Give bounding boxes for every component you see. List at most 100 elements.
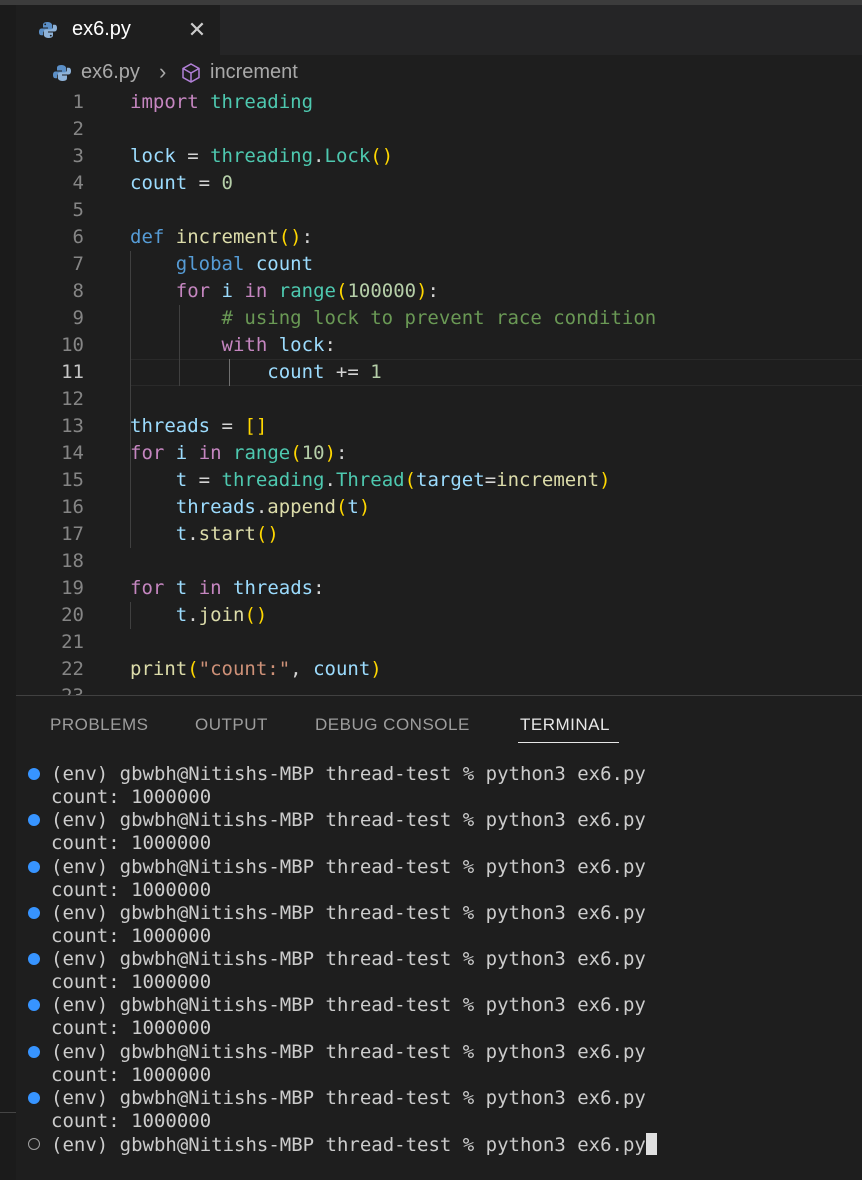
code-line: 1 import threading: [16, 89, 862, 116]
terminal-command: (env) gbwbh@Nitishs-MBP thread-test % py…: [51, 855, 646, 878]
terminal-output: count: 1000000: [51, 878, 212, 901]
line-number: 9: [72, 307, 84, 329]
code-text[interactable]: t = threading.Thread(target=increment): [130, 467, 611, 494]
command-success-dot[interactable]: [28, 814, 40, 827]
terminal-command-line: (env) gbwbh@Nitishs-MBP thread-test % py…: [16, 809, 862, 832]
code-text[interactable]: for t in threads:: [130, 575, 325, 602]
tab-debug-console[interactable]: DEBUG CONSOLE: [315, 715, 470, 735]
terminal-command-line: (env) gbwbh@Nitishs-MBP thread-test % py…: [16, 948, 862, 971]
line-number: 7: [72, 253, 84, 275]
command-success-dot[interactable]: [28, 1045, 40, 1058]
code-text[interactable]: for i in range(100000):: [130, 278, 439, 305]
terminal-command-line: (env) gbwbh@Nitishs-MBP thread-test % py…: [16, 994, 862, 1017]
code-line: 21: [16, 629, 862, 656]
code-line: 16 threads.append(t): [16, 494, 862, 521]
terminal-command: (env) gbwbh@Nitishs-MBP thread-test % py…: [51, 763, 646, 785]
code-text[interactable]: for i in range(10):: [130, 440, 347, 467]
tab-problems[interactable]: PROBLEMS: [50, 715, 148, 735]
line-number: 4: [72, 172, 84, 194]
tab-terminal[interactable]: TERMINAL: [520, 715, 610, 735]
code-line: 22 print("count:", count): [16, 656, 862, 683]
tab-ex6-py[interactable]: ex6.py ✕: [16, 5, 220, 55]
terminal-command-line: (env) gbwbh@Nitishs-MBP thread-test % py…: [16, 1041, 862, 1064]
code-line: 15 t = threading.Thread(target=increment…: [16, 467, 862, 494]
line-number: 2: [72, 118, 84, 140]
code-text[interactable]: def increment():: [130, 224, 313, 251]
code-line: 18: [16, 548, 862, 575]
code-text[interactable]: print("count:", count): [130, 656, 382, 683]
terminal-output: count: 1000000: [51, 971, 212, 993]
terminal-command: (env) gbwbh@Nitishs-MBP thread-test % py…: [51, 901, 646, 924]
code-text[interactable]: threads.append(t): [130, 494, 371, 521]
command-success-dot[interactable]: [28, 953, 40, 965]
code-text[interactable]: with lock:: [130, 332, 336, 359]
code-text[interactable]: t.join(): [130, 602, 268, 629]
code-text[interactable]: lock = threading.Lock(): [130, 143, 393, 170]
close-icon[interactable]: ✕: [184, 17, 210, 43]
code-text[interactable]: count += 1: [130, 359, 381, 386]
line-number-active: 11: [61, 361, 84, 383]
code-text[interactable]: import threading: [130, 89, 313, 116]
line-number: 6: [72, 226, 84, 248]
line-number: 20: [61, 604, 84, 626]
tab-output[interactable]: OUTPUT: [195, 715, 268, 735]
command-success-dot[interactable]: [28, 906, 40, 919]
code-line: 7 global count: [16, 251, 862, 278]
code-line: 5: [16, 197, 862, 224]
line-number: 1: [72, 91, 84, 113]
command-success-dot[interactable]: [28, 860, 40, 873]
command-pending-dot[interactable]: [28, 1138, 40, 1150]
line-number: 16: [61, 496, 84, 518]
terminal-command: (env) gbwbh@Nitishs-MBP thread-test % py…: [51, 1040, 646, 1063]
terminal-output-line: count: 1000000: [16, 925, 862, 948]
bottom-panel: PROBLEMS OUTPUT DEBUG CONSOLE TERMINAL (…: [16, 695, 862, 1180]
terminal-output-line: count: 1000000: [16, 1017, 862, 1040]
command-success-dot[interactable]: [28, 1091, 40, 1104]
command-success-dot[interactable]: [28, 768, 40, 780]
line-number: 14: [61, 442, 84, 464]
terminal-output: count: 1000000: [51, 1109, 212, 1132]
line-number: 5: [72, 199, 84, 221]
terminal-input[interactable]: (env) gbwbh@Nitishs-MBP thread-test % py…: [51, 1133, 657, 1157]
code-line: 10 with lock:: [16, 332, 862, 359]
terminal-cursor: [645, 1133, 657, 1155]
code-line: 8 for i in range(100000):: [16, 278, 862, 305]
divider: [0, 1112, 16, 1113]
code-text[interactable]: count = 0: [130, 170, 233, 197]
code-line: 19 for t in threads:: [16, 575, 862, 602]
terminal-output-line: count: 1000000: [16, 1064, 862, 1087]
code-line: 3 lock = threading.Lock(): [16, 143, 862, 170]
code-text[interactable]: t.start(): [130, 521, 279, 548]
chevron-right-icon: ›: [159, 59, 167, 84]
line-number: 12: [61, 388, 84, 410]
terminal-command: (env) gbwbh@Nitishs-MBP thread-test % py…: [51, 1086, 646, 1109]
command-success-dot[interactable]: [28, 999, 40, 1012]
code-line-active: 11 count += 1: [16, 359, 862, 386]
code-text[interactable]: global count: [130, 251, 313, 278]
terminal-command-line: (env) gbwbh@Nitishs-MBP thread-test % py…: [16, 856, 862, 879]
code-line: 12: [16, 386, 862, 413]
terminal-command: (env) gbwbh@Nitishs-MBP thread-test % py…: [51, 994, 646, 1017]
terminal-output-line: count: 1000000: [16, 786, 862, 809]
code-text[interactable]: threads = []: [130, 413, 267, 440]
terminal-command-line: (env) gbwbh@Nitishs-MBP thread-test % py…: [16, 902, 862, 925]
line-number: 10: [61, 334, 84, 356]
python-icon: [53, 65, 71, 81]
line-number: 3: [72, 145, 84, 167]
breadcrumb: ex6.py › increment: [16, 55, 862, 89]
terminal-output: count: 1000000: [51, 1063, 212, 1086]
breadcrumb-symbol[interactable]: increment: [210, 61, 298, 84]
line-number: 13: [61, 415, 84, 437]
line-number: 22: [61, 658, 84, 680]
code-line: 13 threads = []: [16, 413, 862, 440]
code-editor[interactable]: 1 import threading 2 3 lock = threading.…: [16, 89, 862, 695]
active-tab-indicator: [518, 742, 619, 743]
code-line: 17 t.start(): [16, 521, 862, 548]
terminal-command: (env) gbwbh@Nitishs-MBP thread-test % py…: [51, 948, 646, 970]
breadcrumb-file[interactable]: ex6.py: [81, 61, 140, 84]
terminal-output-line: count: 1000000: [16, 832, 862, 855]
code-text[interactable]: # using lock to prevent race condition: [130, 305, 657, 332]
terminal-output-line: count: 1000000: [16, 1110, 862, 1133]
code-line: 9 # using lock to prevent race condition: [16, 305, 862, 332]
line-number: 15: [61, 469, 84, 491]
